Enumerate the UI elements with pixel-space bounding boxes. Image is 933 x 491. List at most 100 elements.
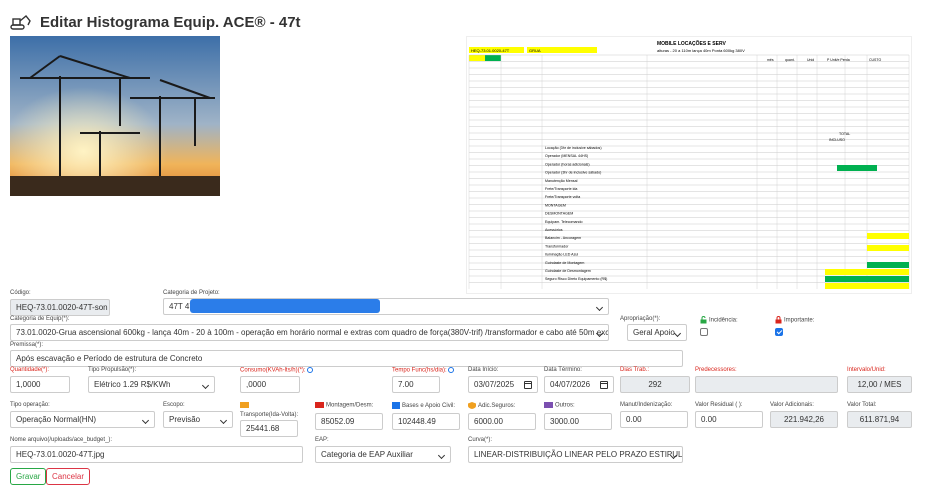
sheet-col-header: mês xyxy=(767,58,774,62)
sheet-code: HEQ-73.01.0020-47T xyxy=(471,48,510,53)
tipo-propulsao-select[interactable]: Elétrico 1.29 R$/KWh xyxy=(88,376,215,393)
categoria-equip-label: Categoria de Equip(*): xyxy=(10,316,70,322)
incidencia-checkbox[interactable] xyxy=(700,328,708,336)
sheet-row-label: Iluminação LED Azul xyxy=(545,253,578,257)
outros-label: Outros: xyxy=(544,402,575,409)
valor-total-label: Valor Total: xyxy=(847,402,877,408)
cash-icon xyxy=(544,402,553,408)
redacted-block xyxy=(190,299,380,313)
adic-seguros-label: Adic.Seguros: xyxy=(468,402,515,409)
nome-arquivo-input[interactable]: HEQ-73.01.0020-47T.jpg xyxy=(10,446,303,463)
sheet-row-label: Guindaste de Desmontagem xyxy=(545,269,591,273)
categoria-projeto-label: Categoria de Projeto: xyxy=(163,290,220,296)
bases-input[interactable]: 102448.49 xyxy=(392,413,460,430)
sheet-row-label: Equipam. Telecomando xyxy=(545,220,583,224)
sheet-row-label: Guindaste de Montagem xyxy=(545,261,584,265)
sheet-row-labels: mês quant. Unid P Unit/e Perda CUSTO Locação … xyxy=(545,58,881,281)
data-termino-input[interactable]: 04/07/2026 xyxy=(544,376,614,393)
data-termino-label: Data Término: xyxy=(544,367,582,373)
escopo-select[interactable]: Previsão xyxy=(163,411,233,428)
outros-input[interactable]: 3000.00 xyxy=(544,413,612,430)
valor-adicionais-field: 221.942,26 xyxy=(770,411,838,428)
sheet-row-label: Operador (3hr de inclusive sábado) xyxy=(545,171,601,175)
curva-select[interactable]: LINEAR-DISTRIBUIÇÃO LINEAR PELO PRAZO ES… xyxy=(468,446,683,463)
tipo-operacao-label: Tipo operação: xyxy=(10,402,50,408)
intervalo-label: Intervalo/Unid: xyxy=(847,367,886,373)
sheet-row-label: Operador (MENSAL 44HS) xyxy=(545,154,588,158)
sheet-row-label: Seguro Risco Direto Equipamento (R$) xyxy=(545,277,607,281)
codigo-field: HEQ-73.01.0020-47T-son xyxy=(10,299,110,316)
data-inicio-input[interactable]: 03/07/2025 xyxy=(468,376,538,393)
categoria-equip-select[interactable]: 73.01.0020-Grua ascensional 600kg - lanç… xyxy=(10,324,609,341)
truck-icon xyxy=(240,402,249,409)
sheet-included-label: INCLUSO xyxy=(829,138,845,142)
transporte-label: Transporte(Ida-Volta): xyxy=(240,402,298,420)
cancel-button[interactable]: Cancelar xyxy=(46,468,91,485)
shield-icon xyxy=(468,402,476,409)
quantidade-input[interactable]: 1,0000 xyxy=(10,376,70,393)
sheet-row-label: Frete/Transporte volta xyxy=(545,195,580,199)
cost-spreadsheet-image: MOBILE LOCAÇÕES E SERV HEQ-73.01.0020-47… xyxy=(466,36,912,294)
tipo-propulsao-label: Tipo Propulsão(*): xyxy=(88,367,137,373)
sheet-subtitle: alturas - 20 a 110m lança 40m Ponta 600k… xyxy=(657,48,745,53)
crane-truck-icon xyxy=(315,402,324,408)
dias-trab-label: Dias Trab.: xyxy=(620,367,650,373)
unlock-icon xyxy=(700,316,707,324)
sheet-row-label: Manutenção Mensal xyxy=(545,179,578,183)
building-icon xyxy=(392,402,400,409)
predecessores-label: Predecessores: xyxy=(695,367,737,373)
incidencia-label: Incidência: xyxy=(700,316,738,324)
valor-residual-input[interactable]: 0.00 xyxy=(695,411,763,428)
sheet-row-label: Locação (3hr de inclusive sábados) xyxy=(545,146,602,150)
eap-label: EAP: xyxy=(315,437,329,443)
sheet-row-label: DESMONTAGEM xyxy=(545,212,573,216)
sheet-col-header: P Unit/e Perda xyxy=(827,58,850,62)
montagem-label: Montagem/Desm: xyxy=(315,402,373,409)
tempo-func-input[interactable]: 7.00 xyxy=(392,376,440,393)
sheet-row-label: Acessórios xyxy=(545,228,563,232)
sheet-row-label: Operador (horas adicionais) xyxy=(545,162,590,166)
calendar-icon[interactable] xyxy=(600,380,608,389)
save-button[interactable]: Gravar xyxy=(10,468,47,485)
page-header: Editar Histograma Equip. ACE® - 47t xyxy=(10,10,301,34)
adic-seguros-input[interactable]: 6000.00 xyxy=(468,413,536,430)
sheet-grid xyxy=(468,54,910,289)
sheet-col-header: quant. xyxy=(785,58,795,62)
info-icon xyxy=(447,367,454,373)
curva-label: Curva(*): xyxy=(468,437,493,443)
valor-residual-label: Valor Residual ( ): xyxy=(695,402,743,408)
tempo-func-label: Tempo Func(hs/dia): xyxy=(392,367,454,374)
valor-adicionais-label: Valor Adicionais: xyxy=(770,402,814,408)
montagem-input[interactable]: 85052.09 xyxy=(315,413,383,430)
info-icon xyxy=(306,367,313,373)
sheet-total-label: TOTAL xyxy=(839,132,850,136)
calendar-icon[interactable] xyxy=(524,380,532,389)
sheet-item: GRUA xyxy=(529,48,541,53)
dias-trab-field: 292 xyxy=(620,376,690,393)
equipment-photo xyxy=(10,36,220,196)
tipo-operacao-select[interactable]: Operação Normal(HN) xyxy=(10,411,155,428)
apropriacao-label: Apropriação(*): xyxy=(620,316,661,322)
eap-select[interactable]: Categoria de EAP Auxiliar xyxy=(315,446,451,463)
sheet-row-label: MONTAGEM xyxy=(545,203,566,207)
codigo-label: Código: xyxy=(10,290,31,296)
premissa-label: Premissa(*): xyxy=(10,342,44,348)
manut-label: Manut/Indenização: xyxy=(620,402,673,408)
manut-input[interactable]: 0.00 xyxy=(620,411,688,428)
lock-icon xyxy=(775,316,782,324)
sheet-company: MOBILE LOCAÇÕES E SERV xyxy=(657,40,726,47)
bases-label: Bases e Apoio Civil: xyxy=(392,402,455,409)
nome-arquivo-label: Nome arquivo(/uploads/ace_budget_): xyxy=(10,437,113,443)
sheet-row-label: Balancim - Ancoragem xyxy=(545,236,581,240)
apropriacao-select[interactable]: Geral Apoio xyxy=(627,324,687,341)
consumo-input[interactable]: ,0000 xyxy=(240,376,300,393)
transporte-input[interactable]: 25441.68 xyxy=(240,420,298,437)
premissa-input[interactable]: Após escavação e Período de estrutura de… xyxy=(10,350,683,367)
consumo-label: Consumo(KVAh-lts/h)(*): xyxy=(240,367,313,374)
sheet-row-label: Frete/Transporte ida xyxy=(545,187,577,191)
sheet-row-label: Transformador xyxy=(545,244,569,248)
excavator-icon xyxy=(10,15,31,30)
valor-total-field: 611.871,94 xyxy=(847,411,912,428)
data-inicio-label: Data Início: xyxy=(468,367,499,373)
importante-checkbox[interactable] xyxy=(775,328,783,336)
